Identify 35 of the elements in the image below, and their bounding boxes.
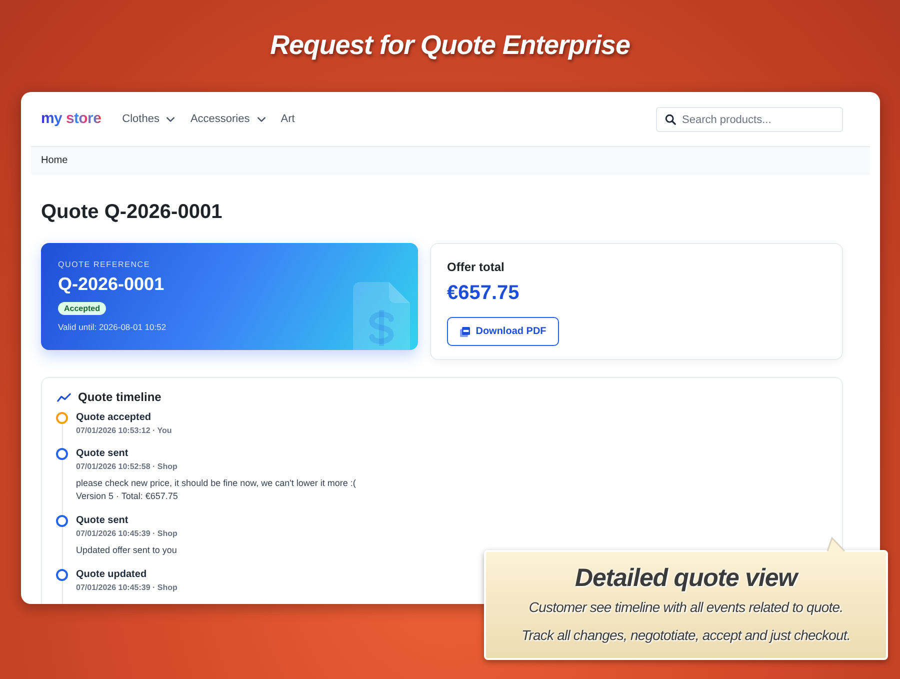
event-title: Quote updated xyxy=(76,568,147,581)
event-note: Version 5 · Total: €657.75 xyxy=(76,490,178,503)
store-logo[interactable]: my store xyxy=(41,110,102,128)
callout-text: Customer see timeline with all events related to quote. xyxy=(528,598,844,617)
search-icon xyxy=(665,114,676,124)
valid-until-text: Valid until: 2026-08-01 10:52 xyxy=(58,322,166,332)
callout-tail xyxy=(827,537,845,552)
page-title: Quote Q-2026-0001 xyxy=(41,200,224,225)
nav-link[interactable]: Art xyxy=(280,112,295,126)
event-meta: 07/01/2026 10:52:58 · Shop xyxy=(76,461,178,472)
event-title: Quote sent xyxy=(76,447,128,460)
event-meta: 07/01/2026 10:45:39 · Shop xyxy=(76,582,178,593)
search-field[interactable]: Search products... xyxy=(656,107,843,132)
nav-link[interactable]: Clothes xyxy=(122,112,176,126)
quote-reference-label: QUOTE REFERENCE xyxy=(58,260,150,270)
breadcrumb-link[interactable]: Home xyxy=(41,155,68,167)
status-badge: Accepted xyxy=(58,302,106,315)
pdf-file-icon xyxy=(460,326,470,336)
event-title: Quote accepted xyxy=(76,411,152,424)
callout-title: Detailed quote view xyxy=(575,563,797,593)
event-note: please check new price, it should be fine now, we can't lower it more :( xyxy=(76,477,356,490)
offer-total-amount: €657.75 xyxy=(447,281,520,305)
document-dollar-icon xyxy=(353,282,410,350)
download-pdf-button[interactable]: Download PDF xyxy=(447,317,559,346)
offer-total-label: Offer total xyxy=(447,259,504,275)
banner-title: Request for Quote Enterprise xyxy=(270,29,630,62)
callout-text: Track all changes, negototiate, accept and just checkout. xyxy=(522,626,850,645)
event-meta: 07/01/2026 10:53:12 · You xyxy=(76,425,172,436)
event-meta: 07/01/2026 10:45:39 · Shop xyxy=(76,528,178,539)
timeline-title: Quote timeline xyxy=(78,389,162,405)
event-note: Updated offer sent to you xyxy=(76,544,177,557)
nav-link[interactable]: Accessories xyxy=(190,112,266,126)
line-chart-icon xyxy=(57,392,71,402)
quote-reference: Q-2026-0001 xyxy=(58,273,164,295)
event-title: Quote sent xyxy=(76,514,128,527)
